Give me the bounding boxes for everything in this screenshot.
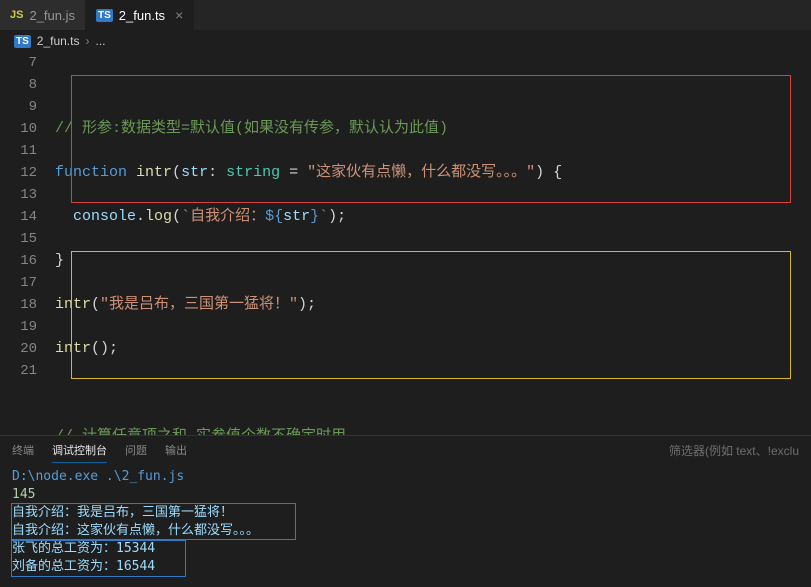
code-content[interactable]: // 形参:数据类型=默认值(如果没有传参，默认认为此值) function i… bbox=[55, 52, 811, 435]
chevron-right-icon: › bbox=[85, 34, 89, 48]
bottom-panel: 终端 调试控制台 问题 输出 筛选器(例如 text、!exclu D:\nod… bbox=[0, 435, 811, 587]
panel-tab-problems[interactable]: 问题 bbox=[125, 438, 147, 462]
line-gutter: 7 8 9 10 11 12 13 14 15 16 17 18 19 20 2… bbox=[0, 52, 55, 435]
line-number: 10 bbox=[0, 118, 37, 140]
t: intr bbox=[55, 340, 91, 357]
ts-icon: TS bbox=[14, 35, 31, 48]
line-number: 15 bbox=[0, 228, 37, 250]
t: console bbox=[73, 208, 136, 225]
filter-input[interactable]: 筛选器(例如 text、!exclu bbox=[669, 442, 799, 459]
line-number: 20 bbox=[0, 338, 37, 360]
output-line: 刘备的总工资为：16544 bbox=[12, 558, 799, 576]
tab-2-fun-js[interactable]: JS 2_fun.js bbox=[0, 0, 86, 30]
line-number: 18 bbox=[0, 294, 37, 316]
t: str bbox=[181, 164, 208, 181]
t: intr bbox=[136, 164, 172, 181]
t: str bbox=[283, 208, 310, 225]
t: log bbox=[145, 208, 172, 225]
line-number: 9 bbox=[0, 96, 37, 118]
debug-command: D:\node.exe .\2_fun.js bbox=[12, 468, 799, 486]
js-icon: JS bbox=[10, 9, 23, 21]
panel-tab-terminal[interactable]: 终端 bbox=[12, 438, 34, 462]
line-number: 21 bbox=[0, 360, 37, 382]
t: }` bbox=[310, 208, 328, 225]
output-number: 145 bbox=[12, 486, 799, 504]
breadcrumb-file: 2_fun.ts bbox=[37, 34, 80, 48]
panel-tab-debug-console[interactable]: 调试控制台 bbox=[52, 438, 107, 463]
line-number: 11 bbox=[0, 140, 37, 162]
debug-console-body[interactable]: D:\node.exe .\2_fun.js 145 自我介绍：我是吕布，三国第… bbox=[0, 464, 811, 587]
line-number: 8 bbox=[0, 74, 37, 96]
tab-2-fun-ts[interactable]: TS 2_fun.ts × bbox=[86, 0, 194, 30]
line-number: 12 bbox=[0, 162, 37, 184]
breadcrumb-ellipsis: ... bbox=[95, 34, 105, 48]
output-line: 自我介绍：这家伙有点懒，什么都没写。。。 bbox=[12, 522, 799, 540]
line-number: 7 bbox=[0, 52, 37, 74]
t: function bbox=[55, 164, 127, 181]
breadcrumb[interactable]: TS 2_fun.ts › ... bbox=[0, 30, 811, 52]
close-icon[interactable]: × bbox=[175, 7, 183, 23]
panel-tab-output[interactable]: 输出 bbox=[165, 438, 187, 462]
panel-tabs: 终端 调试控制台 问题 输出 筛选器(例如 text、!exclu bbox=[0, 436, 811, 464]
ts-icon: TS bbox=[96, 9, 113, 22]
output-line: 张飞的总工资为：15344 bbox=[12, 540, 799, 558]
line-number: 14 bbox=[0, 206, 37, 228]
t: intr bbox=[55, 296, 91, 313]
output-line: 自我介绍：我是吕布，三国第一猛将！ bbox=[12, 504, 799, 522]
t: "这家伙有点懒，什么都没写。。。" bbox=[307, 164, 535, 181]
comment: // 形参:数据类型=默认值(如果没有传参，默认认为此值) bbox=[55, 120, 448, 137]
editor-tabs: JS 2_fun.js TS 2_fun.ts × bbox=[0, 0, 811, 30]
line-number: 13 bbox=[0, 184, 37, 206]
t: "我是吕布，三国第一猛将！" bbox=[100, 296, 298, 313]
t: ${ bbox=[265, 208, 283, 225]
t: `自我介绍： bbox=[181, 208, 265, 225]
comment: // 计算任意项之和,实参值个数不确定时用... bbox=[55, 428, 373, 435]
t: string bbox=[226, 164, 280, 181]
line-number: 19 bbox=[0, 316, 37, 338]
tab-label: 2_fun.js bbox=[29, 8, 75, 23]
code-editor[interactable]: 7 8 9 10 11 12 13 14 15 16 17 18 19 20 2… bbox=[0, 52, 811, 435]
line-number: 16 bbox=[0, 250, 37, 272]
line-number: 17 bbox=[0, 272, 37, 294]
tab-label: 2_fun.ts bbox=[119, 8, 165, 23]
